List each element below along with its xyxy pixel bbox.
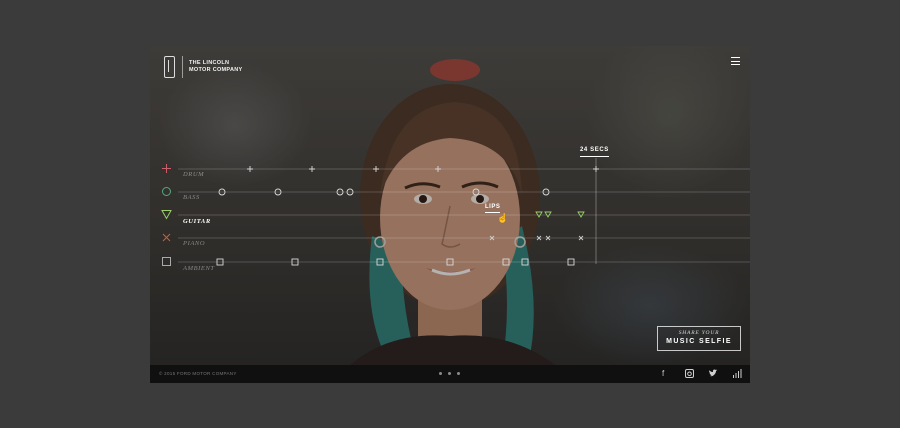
pager-dot[interactable] — [448, 372, 451, 375]
drum-marker[interactable] — [373, 166, 379, 172]
plus-icon[interactable] — [161, 163, 172, 174]
facebook-icon[interactable]: f — [662, 369, 664, 379]
square-icon[interactable] — [161, 256, 172, 267]
pager-dot[interactable] — [439, 372, 442, 375]
instagram-icon[interactable] — [685, 369, 694, 378]
drum-marker[interactable] — [247, 166, 253, 172]
guitar-marker[interactable] — [577, 211, 585, 218]
hand-cursor-icon: ☝ — [497, 213, 509, 223]
track-label-bass[interactable]: BASS — [183, 194, 200, 201]
drum-marker[interactable] — [593, 166, 599, 172]
signal-bars-icon[interactable] — [732, 369, 742, 378]
drum-marker[interactable] — [309, 166, 315, 172]
track-label-piano[interactable]: PIANO — [183, 240, 205, 247]
page-frame: THE LINCOLN MOTOR COMPANY DRUM BASS GUIT… — [150, 46, 750, 383]
share-selfie-button[interactable]: SHARE YOUR MUSIC SELFIE — [657, 326, 741, 351]
guitar-markers — [535, 211, 585, 218]
footer-bar: © 2015 FORD MOTOR COMPANY f — [150, 365, 750, 383]
track-label-guitar[interactable]: GUITAR — [183, 218, 211, 225]
share-line-2: MUSIC SELFIE — [666, 338, 732, 345]
hero-photo: THE LINCOLN MOTOR COMPANY DRUM BASS GUIT… — [150, 46, 750, 365]
pager-dot[interactable] — [457, 372, 460, 375]
track-label-ambient[interactable]: AMBIENT — [183, 265, 215, 272]
share-line-1: SHARE YOUR — [678, 330, 720, 336]
circle-icon[interactable] — [161, 186, 172, 197]
slide-pager — [439, 372, 460, 375]
hotspot-label[interactable]: LIPS — [485, 204, 501, 213]
triangle-icon[interactable] — [161, 209, 172, 220]
guitar-marker[interactable] — [544, 211, 552, 218]
guitar-marker[interactable] — [535, 211, 543, 218]
timer-label: 24 SECS — [580, 147, 609, 157]
copyright: © 2015 FORD MOTOR COMPANY — [159, 371, 237, 376]
cross-icon[interactable] — [161, 232, 172, 243]
twitter-icon[interactable] — [708, 369, 718, 378]
track-label-drum[interactable]: DRUM — [183, 171, 204, 178]
sequencer-grid — [178, 158, 750, 266]
drum-marker[interactable] — [435, 166, 441, 172]
